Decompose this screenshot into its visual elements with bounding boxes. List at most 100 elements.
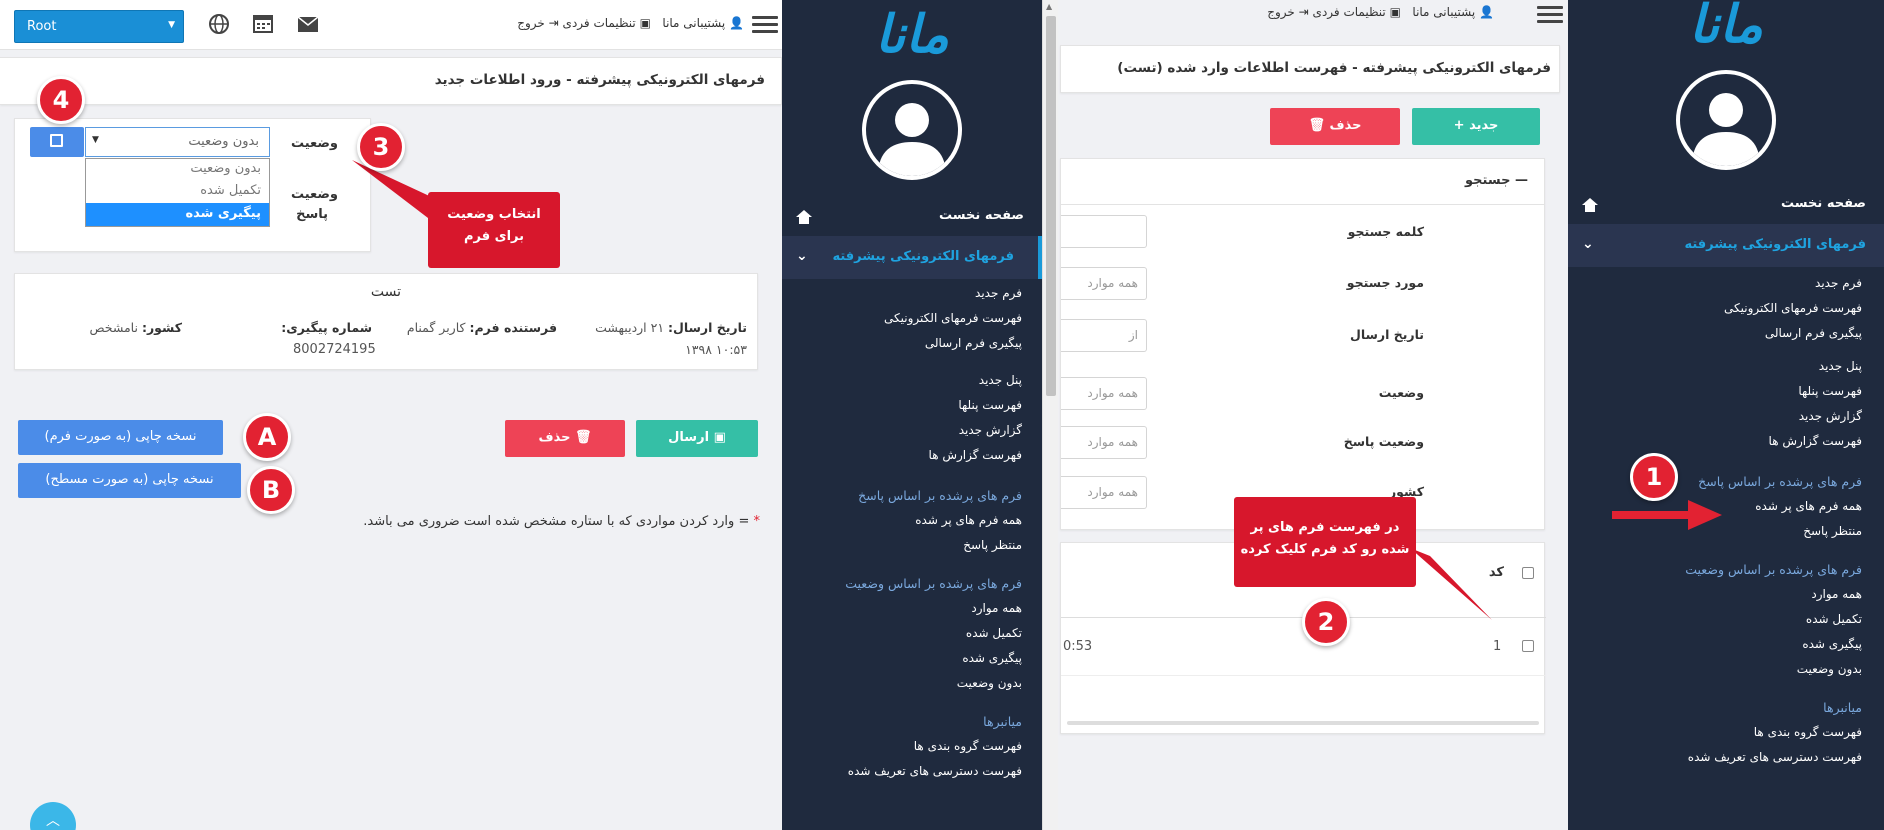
support-link[interactable]: پشتیبانی مانا [1412,5,1475,19]
mana-logo: مانا [874,4,949,65]
sidebar-item[interactable]: فهرست فرمهای الکترونیکی [1572,301,1862,326]
logout-link[interactable]: خروج [517,16,545,30]
row-checkbox[interactable] [1522,640,1534,652]
sidebar-item[interactable]: پیگیری فرم ارسالی [782,336,1022,373]
sidebar-item[interactable]: گزارش جدید [1572,409,1862,434]
sidebar-item[interactable]: فهرست پنلها [1572,384,1862,409]
mail-icon[interactable] [296,13,320,35]
step-badge-1: 1 [1630,453,1678,501]
send-button[interactable]: ارسال ▣ [636,420,758,457]
sidebar-item[interactable]: همه فرم های پر شده [1572,499,1862,524]
search-item-select[interactable]: همه موارد [1061,267,1147,300]
new-button[interactable]: + جدید [1412,108,1540,145]
step-badge-3: 3 [357,123,405,171]
root-select-value: Root [27,19,57,34]
sidebar-item[interactable]: فهرست دسترسی های تعریف شده [782,764,1022,789]
sidebar-item[interactable]: فهرست گروه بندی ها [1572,725,1862,750]
answer-status-filter-value: همه موارد [1087,435,1138,449]
calendar-icon[interactable] [252,12,274,34]
home-icon[interactable] [1582,198,1598,212]
scrollbar-up-arrow[interactable]: ▲ [1046,2,1052,11]
sidebar-item[interactable]: گزارش جدید [782,423,1022,448]
sidebar-item[interactable]: پنل جدید [782,373,1022,398]
sidebar-category: فرم های پرشده بر اساس وضعیت [845,576,1022,591]
middle-scrollbar[interactable]: ▲ [1042,0,1058,830]
status-label: وضعیت [290,136,338,151]
sidebar-item-home[interactable]: صفحه نخست [1781,196,1866,211]
sidebar-item[interactable]: فهرست گروه بندی ها [782,739,1022,764]
sidebar-item-forms[interactable]: فرمهای الکترونیکی پیشرفته ⌄ [782,236,1042,279]
status-card: وضعیت وضعیت پاسخ بدون وضعیت ▼ بدون وضعیت… [14,118,371,252]
sidebar-item[interactable]: فرم جدید [1572,276,1862,301]
country: کشور: نامشخص [89,320,182,335]
sidebar-item-forms-label: فرمهای الکترونیکی پیشرفته [832,249,1014,264]
sidebar-item[interactable]: همه موارد [782,601,1022,626]
user-icon: 👤 [1479,5,1494,19]
sender-label: فرستنده فرم: [469,320,557,335]
sidebar-item[interactable]: منتظر پاسخ [782,538,1022,576]
country-filter-select[interactable]: همه موارد [1061,476,1147,509]
row-code-link[interactable]: 1 [1493,639,1501,654]
settings-link[interactable]: تنظیمات فردی [1313,5,1386,19]
sidebar-item[interactable]: بدون وضعیت [1572,662,1862,700]
row-divider [1061,675,1546,676]
sidebar-item[interactable]: فهرست پنلها [782,398,1022,423]
sidebar-item[interactable]: فهرست دسترسی های تعریف شده [1572,750,1862,775]
sidebar-item[interactable]: پیگیری شده [1572,637,1862,662]
sidebar-item[interactable]: فهرست فرمهای الکترونیکی [782,311,1022,336]
date-from-input[interactable]: از [1061,319,1147,352]
sidebar-item[interactable]: تکمیل شده [782,626,1022,651]
scrollbar-thumb[interactable] [1046,16,1056,396]
status-option[interactable]: بدون وضعیت [86,159,269,181]
logout-link[interactable]: خروج [1267,5,1295,19]
print-form-button[interactable]: نسخه چاپی (به صورت فرم) [18,420,223,455]
settings-link[interactable]: تنظیمات فردی [563,16,636,30]
sidebar-item[interactable]: تکمیل شده [1572,612,1862,637]
root-select[interactable]: Root ▼ [14,10,184,43]
status-filter-select[interactable]: همه موارد [1061,377,1147,410]
save-button[interactable] [30,127,84,157]
search-label: وضعیت پاسخ [1343,434,1424,449]
sidebar-item[interactable]: منتظر پاسخ [1572,524,1862,562]
form-title-bar: فرمهای الکترونیکی پیشرفته - ورود اطلاعات… [0,57,782,105]
delete-button[interactable]: حذف 🗑 [505,420,625,457]
scroll-top-button[interactable]: ︿ [30,802,76,830]
mana-logo: مانا [1688,0,1763,55]
menu-toggle[interactable] [1537,2,1563,27]
sidebar-item[interactable]: پیگیری فرم ارسالی [1572,326,1862,359]
sidebar-category: میانبرها [1823,700,1862,715]
search-label: وضعیت [1378,385,1424,400]
select-all-checkbox[interactable] [1522,567,1534,579]
sidebar-item-forms[interactable]: فرمهای الکترونیکی پیشرفته ⌄ [1568,224,1884,267]
keyword-input[interactable] [1061,215,1147,248]
sidebar-item[interactable]: فهرست گزارش ها [1572,434,1862,474]
answer-status-filter-select[interactable]: همه موارد [1061,426,1147,459]
print-flat-button[interactable]: نسخه چاپی (به صورت مسطح) [18,463,241,498]
sidebar-item[interactable]: پیگیری شده [782,651,1022,676]
sidebar-item[interactable]: همه موارد [1572,587,1862,612]
status-option-selected[interactable]: پیگیری شده [86,203,269,226]
globe-icon[interactable] [208,13,230,35]
new-label: جدید [1469,118,1499,133]
support-link[interactable]: پشتیبانی مانا [662,16,725,30]
sidebar-item[interactable]: فرم جدید [782,286,1022,311]
sidebar-right: مانا صفحه نخست فرمهای الکترونیکی پیشرفته… [1568,0,1884,830]
status-option[interactable]: تکمیل شده [86,181,269,203]
status-select[interactable]: بدون وضعیت ▼ [85,127,270,157]
send-date: تاریخ ارسال: ۲۱ اردیبهشت [595,320,747,335]
sidebar-item[interactable]: پنل جدید [1572,359,1862,384]
sidebar-item[interactable]: فهرست گزارش ها [782,448,1022,488]
search-item-value: همه موارد [1087,276,1138,290]
home-icon[interactable] [796,210,812,224]
table-scrollbar[interactable] [1067,721,1539,725]
sender: فرستنده فرم: کاربر گمنام [407,320,557,335]
search-panel-header[interactable]: — جستجو [1061,159,1544,205]
send-label: ارسال [668,430,710,445]
sidebar-item[interactable]: همه فرم های پر شده [782,513,1022,538]
tracking-label: شماره پیگیری: [281,320,372,335]
sidebar-item[interactable]: بدون وضعیت [782,676,1022,714]
id-card-icon: ▣ [639,16,651,30]
list-delete-button[interactable]: 🗑 حذف [1270,108,1400,145]
sidebar-item-home[interactable]: صفحه نخست [939,208,1024,223]
menu-toggle[interactable] [752,12,778,37]
